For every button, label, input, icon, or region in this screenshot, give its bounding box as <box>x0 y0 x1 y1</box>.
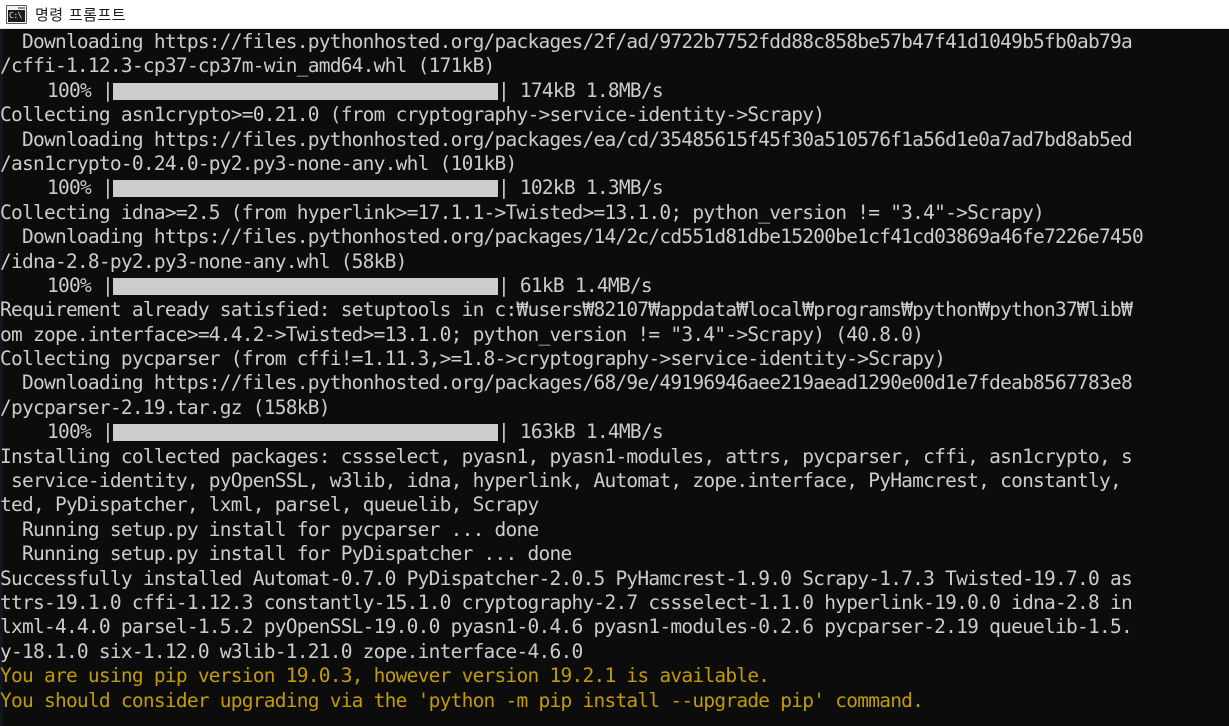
progress-bar-fill <box>112 424 498 442</box>
progress-percent: 100% | <box>47 273 114 297</box>
progress-stats: | 163kB 1.4MB/s <box>497 420 664 444</box>
cmd-icon-tabs <box>18 6 25 9</box>
console-warning-line: You are using pip version 19.0.3, howeve… <box>0 664 770 688</box>
progress-percent: 100% | <box>47 420 114 444</box>
console-line: /cffi-1.12.3-cp37-cp37m-win_amd64.whl (1… <box>0 54 495 78</box>
progress-bar-fill <box>112 82 498 100</box>
console-output: Downloading https://files.pythonhosted.o… <box>0 29 1229 726</box>
console-line: Installing collected packages: cssselect… <box>0 444 1133 468</box>
console-line: Downloading https://files.pythonhosted.o… <box>0 225 1144 249</box>
progress-percent: 100% | <box>47 176 114 200</box>
console-line: Downloading https://files.pythonhosted.o… <box>0 127 1133 151</box>
console-progress-line: 100% | | 61kB 1.4MB/s <box>0 274 1229 298</box>
console-line: ttrs-19.1.0 cffi-1.12.3 constantly-15.1.… <box>0 590 1133 614</box>
console-line: Collecting pycparser (from cffi!=1.11.3,… <box>0 347 946 371</box>
progress-stats: | 61kB 1.4MB/s <box>497 273 653 297</box>
console-line: ted, PyDispatcher, lxml, parsel, queueli… <box>0 493 539 517</box>
console-line: Collecting idna>=2.5 (from hyperlink>=17… <box>0 200 1045 224</box>
cmd-icon-screen: C:\ <box>8 9 25 22</box>
console-area[interactable]: Downloading https://files.pythonhosted.o… <box>0 29 1229 726</box>
console-line: Downloading https://files.pythonhosted.o… <box>0 371 1133 395</box>
console-line: Running setup.py install for PyDispatche… <box>0 542 572 566</box>
progress-bar-fill <box>112 180 498 198</box>
console-progress-line: 100% | | 174kB 1.8MB/s <box>0 79 1229 103</box>
console-line: Running setup.py install for pycparser .… <box>0 517 539 541</box>
console-line: Collecting asn1crypto>=0.21.0 (from cryp… <box>0 103 825 127</box>
console-line: /pycparser-2.19.tar.gz (158kB) <box>0 395 330 419</box>
console-line: lxml-4.4.0 parsel-1.5.2 pyOpenSSL-19.0.0… <box>0 615 1133 639</box>
console-line: Downloading https://files.pythonhosted.o… <box>0 30 1133 53</box>
console-progress-line: 100% | | 102kB 1.3MB/s <box>0 176 1229 200</box>
progress-stats: | 174kB 1.8MB/s <box>497 78 664 102</box>
console-line: /asn1crypto-0.24.0-py2.py3-none-any.whl … <box>0 151 517 175</box>
cmd-console-icon: C:\ <box>6 4 27 24</box>
command-prompt-window: C:\ 명령 프롬프트 Downloading https://files.py… <box>0 0 1229 726</box>
console-line: service-identity, pyOpenSSL, w3lib, idna… <box>0 469 1132 493</box>
console-warning-line: You should consider upgrading via the 'p… <box>0 688 924 712</box>
cmd-icon-prompt-text: C:\ <box>9 10 22 20</box>
console-line: om zope.interface>=4.4.2->Twisted>=13.1.… <box>0 322 924 346</box>
console-line: Successfully installed Automat-0.7.0 PyD… <box>0 566 1133 590</box>
console-line: /idna-2.8-py2.py3-none-any.whl (58kB) <box>0 249 407 273</box>
console-line: y-18.1.0 six-1.12.0 w3lib-1.21.0 zope.in… <box>0 639 583 663</box>
progress-percent: 100% | <box>47 78 114 102</box>
progress-bar-fill <box>112 277 498 295</box>
console-line: Requirement already satisfied: setuptool… <box>0 298 1133 322</box>
window-title: 명령 프롬프트 <box>35 5 127 24</box>
progress-stats: | 102kB 1.3MB/s <box>497 176 664 200</box>
window-titlebar[interactable]: C:\ 명령 프롬프트 <box>0 0 1229 29</box>
console-progress-line: 100% | | 163kB 1.4MB/s <box>0 420 1229 444</box>
